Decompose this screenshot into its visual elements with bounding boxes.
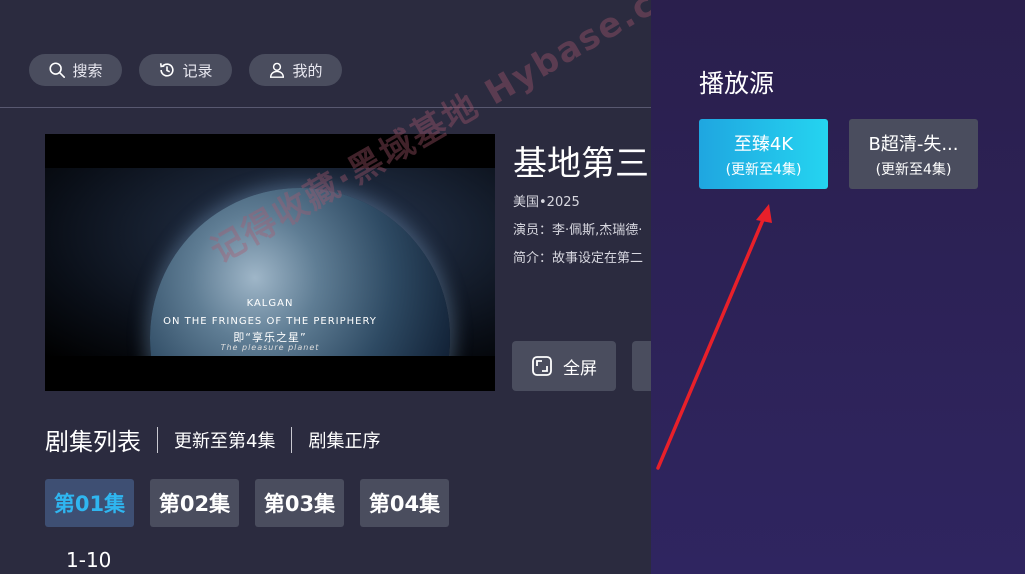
mine-label: 我的 xyxy=(292,61,323,80)
search-button[interactable]: 搜索 xyxy=(29,54,122,86)
update-status: 更新至第4集 xyxy=(174,430,276,452)
subtitle-line-2: ON THE FRINGES OF THE PERIPHERY xyxy=(163,316,377,327)
source-update: (更新至4集) xyxy=(875,161,952,178)
episode-button-04[interactable]: 第04集 xyxy=(360,479,449,527)
source-option-2[interactable]: B超清-失... (更新至4集) xyxy=(849,119,978,189)
mine-button[interactable]: 我的 xyxy=(249,54,342,86)
show-intro: 简介：故事设定在第二 xyxy=(513,251,644,266)
episode-button-02[interactable]: 第02集 xyxy=(150,479,239,527)
subtitle-line-1: KALGAN xyxy=(246,298,294,309)
episode-range-tab[interactable]: 1-10 xyxy=(66,548,111,572)
top-nav: 搜索 记录 我的 xyxy=(0,0,651,108)
video-player[interactable]: KALGAN ON THE FRINGES OF THE PERIPHERY 即… xyxy=(45,134,495,391)
divider xyxy=(291,426,293,453)
fullscreen-label: 全屏 xyxy=(563,358,597,379)
episode-button-01[interactable]: 第01集 xyxy=(45,479,134,527)
source-update: (更新至4集) xyxy=(725,161,802,178)
search-icon xyxy=(49,62,66,79)
show-cast: 演员：李·佩斯,杰瑞德· xyxy=(513,223,643,238)
source-name: B超清-失... xyxy=(868,133,959,155)
history-button[interactable]: 记录 xyxy=(139,54,232,86)
fullscreen-icon xyxy=(532,356,552,376)
user-icon xyxy=(270,62,285,78)
episode-list-title: 剧集列表 xyxy=(45,428,141,456)
episode-button-03[interactable]: 第03集 xyxy=(255,479,344,527)
history-icon xyxy=(160,63,175,77)
subtitle-line-4: The pleasure planet xyxy=(220,343,320,352)
show-title: 基地第三 xyxy=(513,144,649,184)
source-panel-title: 播放源 xyxy=(699,69,775,98)
divider xyxy=(157,426,158,453)
source-option-1[interactable]: 至臻4K (更新至4集) xyxy=(699,119,828,189)
episode-order-toggle[interactable]: 剧集正序 xyxy=(308,427,380,453)
source-panel: 播放源 至臻4K (更新至4集) B超清-失... (更新至4集) xyxy=(651,0,1025,574)
history-label: 记录 xyxy=(182,61,213,80)
search-label: 搜索 xyxy=(72,61,103,80)
episode-list-header: 剧集列表 更新至第4集 剧集正序 xyxy=(45,422,380,457)
fullscreen-button[interactable]: 全屏 xyxy=(512,341,616,391)
source-name: 至臻4K xyxy=(733,133,794,155)
show-meta: 美国•2025 xyxy=(513,195,580,210)
video-frame xyxy=(45,168,495,356)
secondary-action-button[interactable] xyxy=(632,341,651,391)
